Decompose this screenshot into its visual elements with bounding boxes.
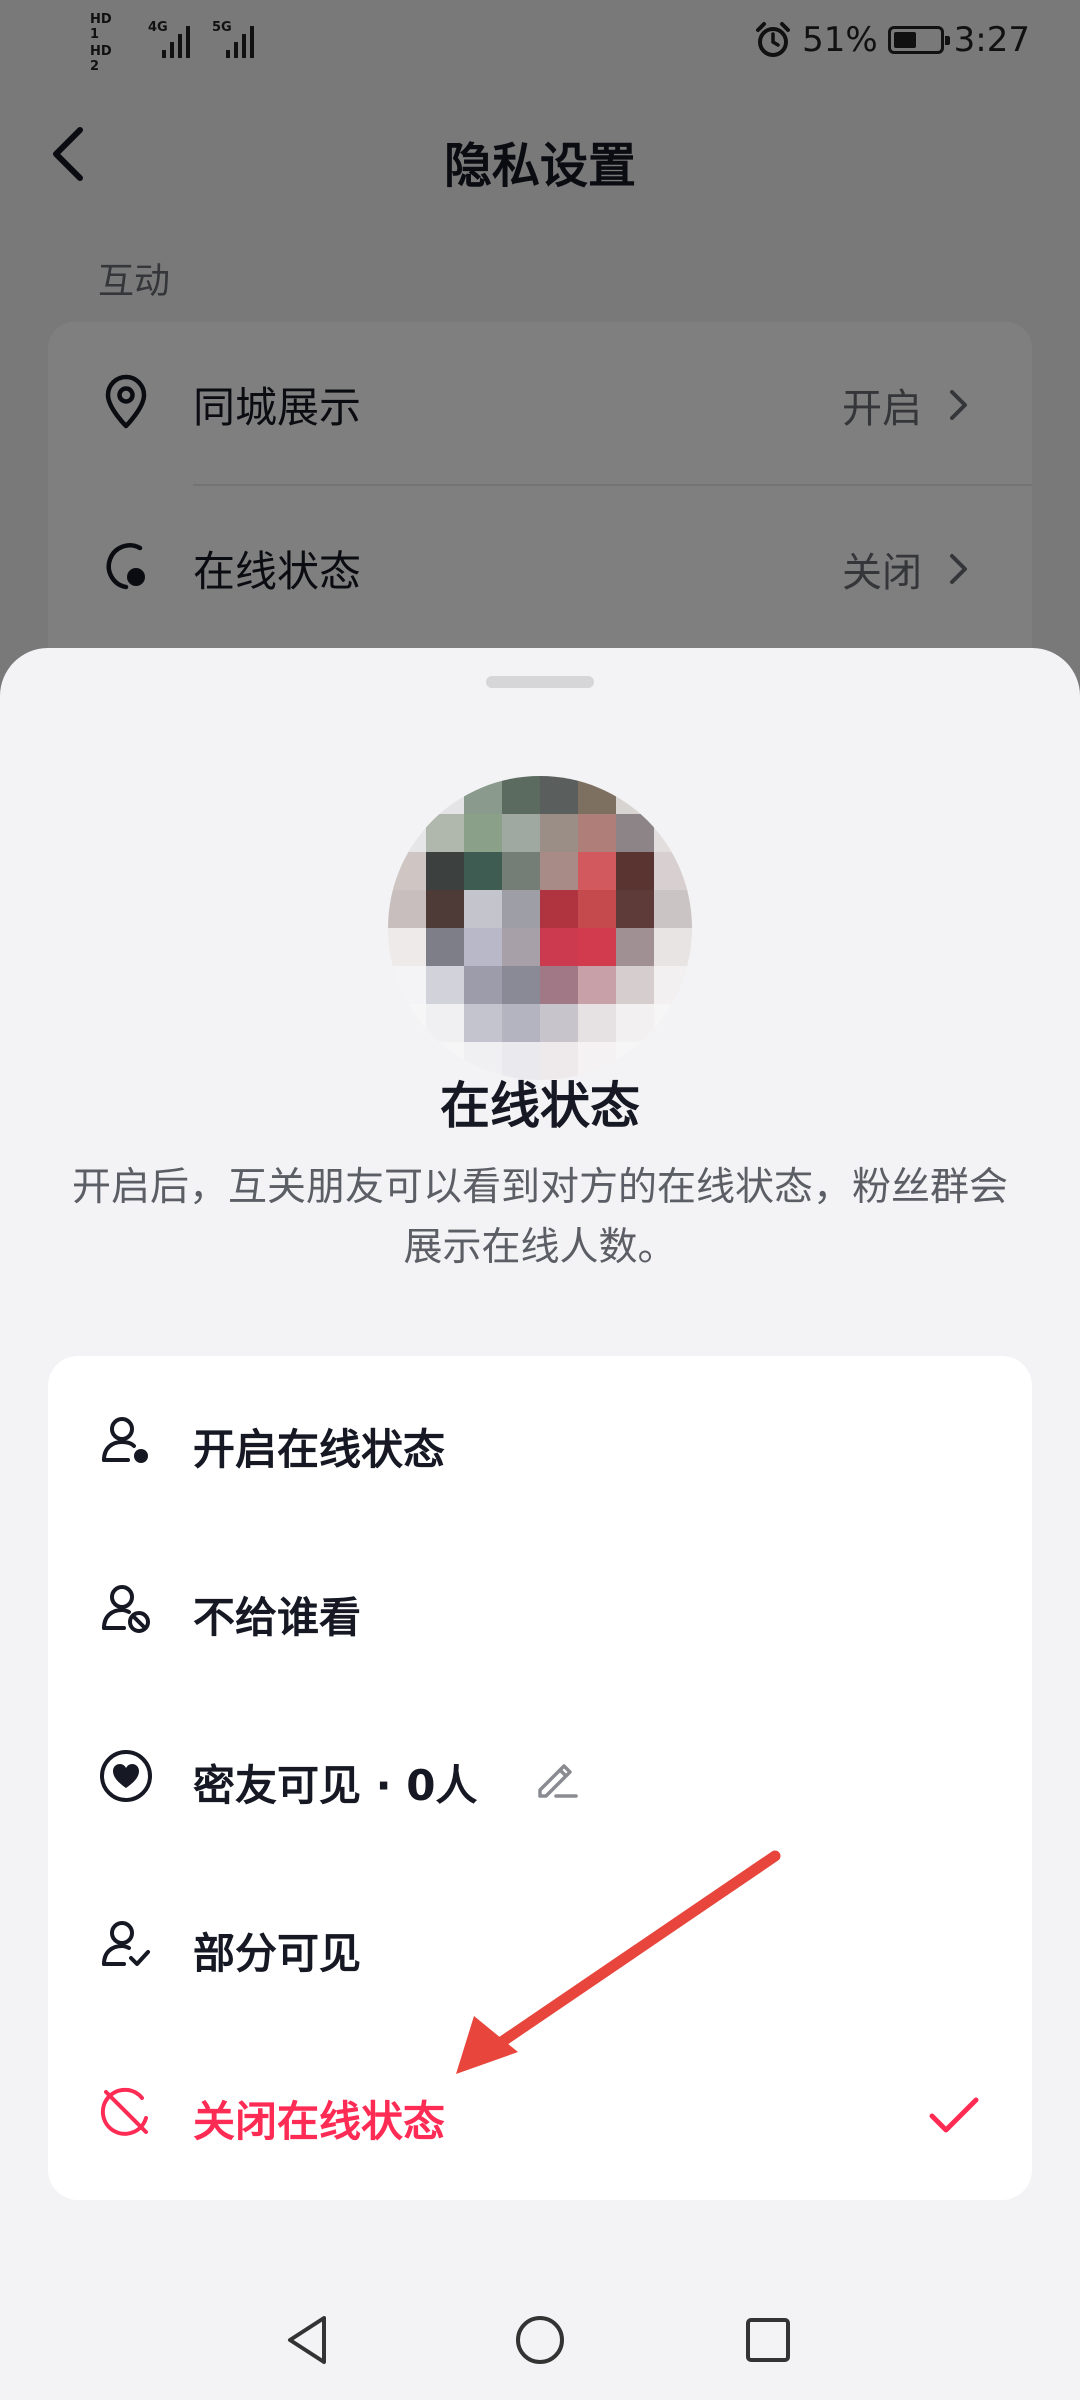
- nav-recents-icon[interactable]: [738, 2310, 798, 2370]
- option-label: 密友可见 · 0人: [193, 1761, 478, 1810]
- system-navigation-bar: [0, 2280, 1080, 2400]
- user-check-icon: [102, 1921, 150, 1966]
- option-close-friends[interactable]: 密友可见 · 0人: [48, 1692, 1032, 1860]
- heart-circle-icon: [100, 1750, 152, 1802]
- online-status-sheet: 在线状态 开启后，互关朋友可以看到对方的在线状态，粉丝群会展示在线人数。 开启在…: [0, 648, 1080, 2400]
- user-online-icon: [102, 1417, 148, 1463]
- nav-back-icon[interactable]: [278, 2310, 338, 2370]
- edit-pencil-icon[interactable]: [530, 1750, 584, 1804]
- checkmark-icon: [929, 2097, 979, 2133]
- option-enable-online[interactable]: 开启在线状态: [48, 1356, 1032, 1524]
- option-label: 开启在线状态: [193, 1425, 446, 1474]
- sheet-description: 开启后，互关朋友可以看到对方的在线状态，粉丝群会展示在线人数。: [71, 1165, 1008, 1270]
- option-hide-from[interactable]: 不给谁看: [48, 1524, 1032, 1692]
- annotation-arrow: [456, 1850, 781, 2074]
- option-label: 关闭在线状态: [193, 2097, 446, 2146]
- pixelated-avatar-image: [388, 776, 692, 1080]
- offline-icon: [100, 2087, 148, 2136]
- option-label: 部分可见: [193, 1929, 362, 1978]
- mosaic-image: [388, 776, 692, 1080]
- option-label: 不给谁看: [193, 1593, 362, 1642]
- nav-home-icon[interactable]: [510, 2310, 570, 2370]
- user-blocked-icon: [102, 1585, 150, 1633]
- sheet-drag-handle[interactable]: [486, 676, 594, 688]
- sheet-title: 在线状态: [440, 1077, 640, 1135]
